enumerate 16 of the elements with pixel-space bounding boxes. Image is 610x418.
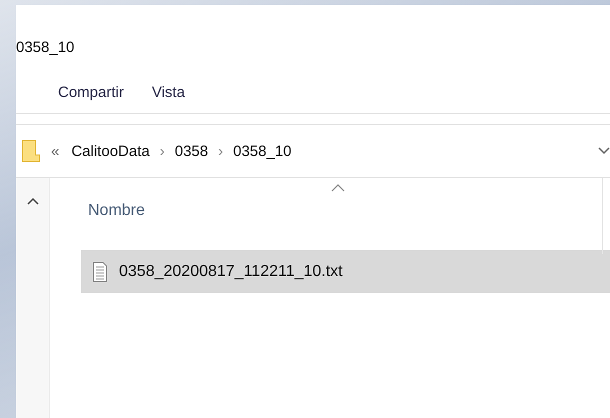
file-row[interactable]: 0358_20200817_112211_10.txt: [81, 250, 610, 293]
breadcrumb[interactable]: 0358: [172, 142, 210, 160]
overflow-chevron[interactable]: «: [51, 142, 60, 160]
breadcrumb-separator[interactable]: ›: [160, 142, 165, 160]
column-header[interactable]: Nombre: [88, 200, 145, 222]
window-title: 0358_10: [16, 38, 76, 58]
dropdown-chevron-icon[interactable]: [598, 147, 610, 155]
scroll-up-icon[interactable]: [26, 197, 38, 205]
text-file-icon: [93, 262, 107, 282]
breadcrumb-separator[interactable]: ›: [218, 142, 224, 160]
file-name: 0358_20200817_112211_10.txt: [119, 262, 343, 280]
ribbon-tab[interactable]: Compartir: [54, 79, 128, 105]
ribbon-tab[interactable]: Vista: [148, 79, 189, 105]
breadcrumb[interactable]: CalitooData: [69, 142, 152, 160]
folder-icon: [22, 140, 40, 162]
breadcrumb[interactable]: 0358_10: [231, 142, 294, 160]
